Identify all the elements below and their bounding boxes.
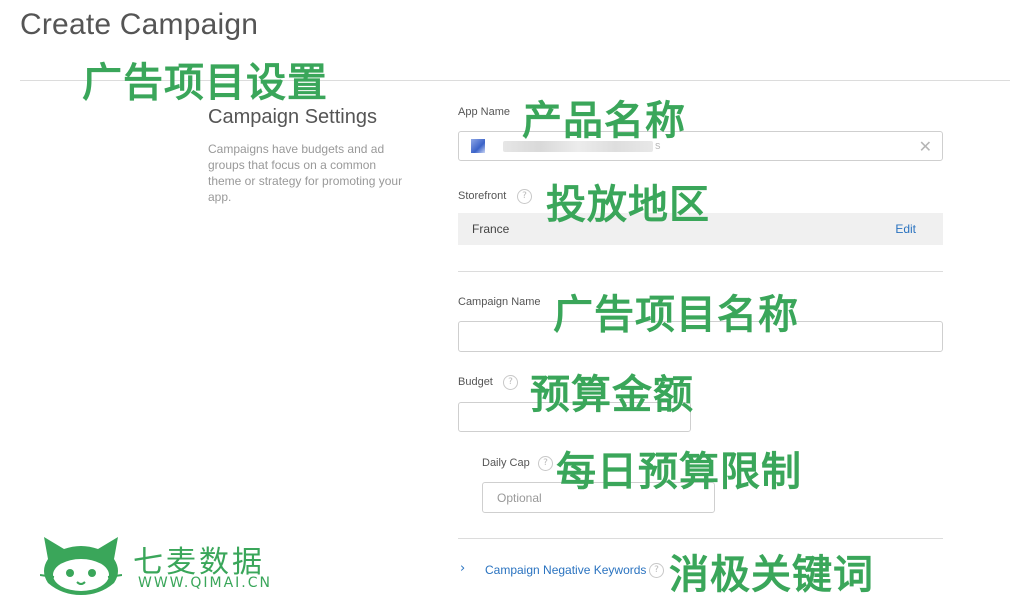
- annotation-daily-cap: 每日预算限制: [556, 449, 802, 495]
- annotation-negative-keywords: 消极关键词: [669, 552, 874, 598]
- help-icon[interactable]: ?: [649, 563, 664, 578]
- cat-logo-icon: [40, 537, 122, 595]
- storefront-edit-link[interactable]: Edit: [895, 222, 916, 236]
- campaign-settings-description: Campaigns have budgets and ad groups tha…: [208, 142, 403, 204]
- budget-label: Budget: [458, 376, 493, 388]
- chevron-right-icon[interactable]: ›: [460, 561, 465, 576]
- storefront-label: Storefront: [458, 190, 507, 202]
- campaign-settings-title: Campaign Settings: [208, 106, 377, 128]
- campaign-name-label: Campaign Name: [458, 296, 541, 308]
- annotation-storefront: 投放地区: [546, 182, 710, 228]
- clear-icon[interactable]: ✕: [919, 137, 932, 156]
- storefront-value: France: [472, 222, 510, 236]
- daily-cap-label: Daily Cap: [482, 457, 530, 469]
- annotation-campaign-name: 广告项目名称: [553, 292, 799, 338]
- watermark-site-url: WWW.QIMAI.CN: [138, 575, 273, 591]
- app-name-label: App Name: [458, 106, 510, 118]
- annotation-app-name: 产品名称: [522, 98, 686, 144]
- help-icon[interactable]: ?: [517, 189, 532, 204]
- annotation-budget: 预算金额: [530, 372, 694, 418]
- help-icon[interactable]: ?: [538, 456, 553, 471]
- app-icon: [471, 139, 485, 153]
- campaign-negative-keywords-link[interactable]: Campaign Negative Keywords: [485, 563, 646, 577]
- page-title: Create Campaign: [20, 8, 259, 41]
- section-divider: [458, 538, 943, 539]
- annotation-campaign-settings: 广告项目设置: [82, 60, 328, 106]
- help-icon[interactable]: ?: [503, 375, 518, 390]
- section-divider: [458, 271, 943, 272]
